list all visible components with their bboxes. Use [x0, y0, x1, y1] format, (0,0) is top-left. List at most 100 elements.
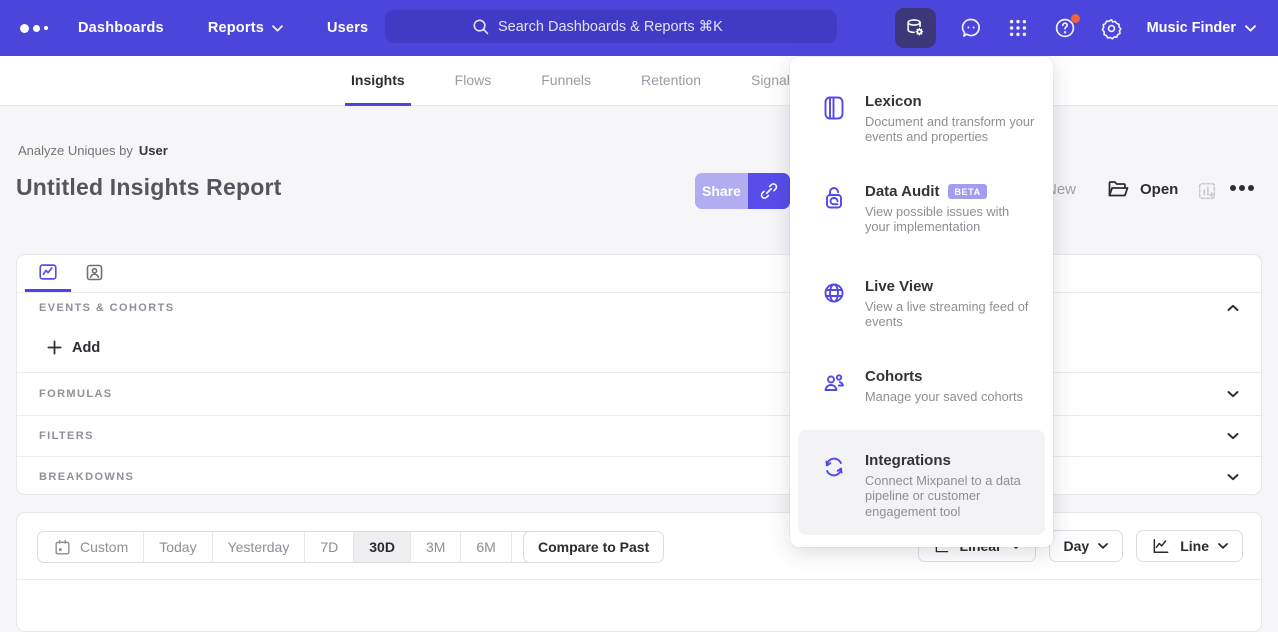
add-event-button[interactable]: Add [47, 340, 100, 356]
chart-square-icon [37, 261, 59, 283]
menu-item-texts: Live View View a live streaming feed of … [865, 278, 1035, 330]
grid-dots-icon [1007, 17, 1029, 39]
chevron-down-icon [1245, 25, 1256, 32]
mixpanel-logo-icon[interactable] [20, 24, 60, 33]
menu-item-texts: Data Audit BETA View possible issues wit… [865, 183, 1035, 235]
folder-open-icon [1106, 177, 1130, 201]
global-search-input[interactable] [498, 19, 750, 35]
chevron-down-icon[interactable] [1227, 432, 1239, 440]
chevron-down-icon[interactable] [1227, 390, 1239, 398]
help-button[interactable] [1053, 16, 1077, 40]
nav-users[interactable]: Users [327, 20, 368, 36]
range-custom[interactable]: Custom [38, 532, 144, 562]
global-search[interactable] [385, 10, 837, 43]
plus-icon [47, 340, 62, 355]
menu-item-description: View possible issues with your implement… [865, 204, 1035, 235]
chevron-up-icon[interactable] [1227, 304, 1239, 312]
events-mode-tab[interactable] [25, 255, 71, 292]
settings-button[interactable] [1100, 16, 1124, 40]
tab-funnels[interactable]: Funnels [535, 56, 597, 106]
query-builder-card: EVENTS & COHORTS Add FORMULAS FILTERS BR… [16, 254, 1262, 495]
chevron-down-icon[interactable] [1227, 473, 1239, 481]
data-management-menu: Lexicon Document and transform your even… [790, 57, 1053, 547]
range-custom-label: Custom [80, 539, 128, 555]
person-square-icon [84, 262, 105, 283]
live-view-globe-icon [822, 278, 846, 330]
nav-users-label: Users [327, 20, 368, 36]
data-management-button[interactable] [895, 8, 936, 48]
compare-to-past-button[interactable]: Compare to Past [523, 531, 664, 563]
range-30d[interactable]: 30D [354, 532, 411, 562]
menu-item-lexicon[interactable]: Lexicon Document and transform your even… [798, 83, 1045, 155]
add-event-row: Add [17, 323, 1261, 372]
nav-reports-label: Reports [208, 20, 264, 36]
menu-item-title: Data Audit [865, 183, 939, 200]
menu-item-integrations[interactable]: Integrations Connect Mixpanel to a data … [798, 430, 1045, 535]
analyze-entity-value[interactable]: User [139, 143, 168, 158]
save-report-button[interactable] [1196, 180, 1218, 207]
interval-label: Day [1064, 538, 1090, 554]
chart-type-label: Line [1180, 538, 1209, 554]
database-gear-icon [904, 17, 926, 39]
copy-link-button[interactable] [748, 173, 790, 209]
range-3m[interactable]: 3M [411, 532, 461, 562]
more-options-button[interactable] [1230, 185, 1254, 191]
menu-item-texts: Lexicon Document and transform your even… [865, 93, 1035, 145]
open-report-button[interactable]: Open [1106, 177, 1178, 201]
menu-item-description: Manage your saved cohorts [865, 389, 1035, 404]
menu-item-texts: Cohorts Manage your saved cohorts [865, 368, 1035, 404]
open-label: Open [1140, 181, 1178, 198]
users-mode-tab[interactable] [71, 255, 117, 292]
menu-item-title: Cohorts [865, 368, 923, 385]
formulas-section-header[interactable]: FORMULAS [17, 372, 1261, 415]
events-cohorts-label: EVENTS & COHORTS [39, 302, 174, 314]
nav-reports[interactable]: Reports [208, 20, 283, 36]
breakdowns-section-header[interactable]: BREAKDOWNS [17, 456, 1261, 495]
range-yesterday[interactable]: Yesterday [213, 532, 306, 562]
analyze-prefix-label: Analyze Uniques by [18, 143, 133, 158]
tab-insights[interactable]: Insights [345, 56, 411, 106]
report-actions: Share New Open [0, 173, 1278, 209]
search-icon [472, 18, 489, 35]
menu-item-cohorts[interactable]: Cohorts Manage your saved cohorts [798, 358, 1045, 414]
filters-label: FILTERS [39, 430, 94, 442]
menu-item-description: Connect Mixpanel to a data pipeline or c… [865, 473, 1035, 519]
menu-item-description: View a live streaming feed of events [865, 299, 1035, 330]
menu-item-description: Document and transform your events and p… [865, 114, 1035, 145]
line-chart-icon [1151, 536, 1171, 556]
feedback-button[interactable] [959, 16, 983, 40]
tab-retention[interactable]: Retention [635, 56, 707, 106]
chart-toolbar-card: Custom Today Yesterday 7D 30D 3M 6M 12M … [16, 512, 1262, 632]
project-switcher[interactable]: Music Finder [1147, 20, 1256, 36]
menu-item-live-view[interactable]: Live View View a live streaming feed of … [798, 268, 1045, 340]
help-notification-dot [1071, 14, 1080, 23]
nav-dashboards-label: Dashboards [78, 20, 164, 36]
toolbar-divider [17, 579, 1261, 580]
link-icon [759, 181, 779, 201]
share-button[interactable]: Share [695, 173, 748, 209]
events-cohorts-section-header[interactable]: EVENTS & COHORTS [17, 293, 1261, 323]
chart-add-icon [1196, 180, 1218, 202]
navbar-right-cluster: Music Finder [895, 0, 1256, 56]
interval-dropdown[interactable]: Day [1049, 530, 1124, 562]
filters-section-header[interactable]: FILTERS [17, 415, 1261, 456]
app-window: Dashboards Reports Users [0, 0, 1278, 581]
tab-flows[interactable]: Flows [449, 56, 498, 106]
menu-item-title: Integrations [865, 452, 951, 469]
range-6m[interactable]: 6M [461, 532, 511, 562]
gear-icon [1100, 17, 1123, 40]
range-7d[interactable]: 7D [305, 532, 354, 562]
chart-type-dropdown[interactable]: Line [1136, 530, 1243, 562]
formulas-label: FORMULAS [39, 388, 113, 400]
menu-item-title: Lexicon [865, 93, 922, 110]
menu-item-texts: Integrations Connect Mixpanel to a data … [865, 452, 1035, 525]
top-navbar: Dashboards Reports Users [0, 0, 1278, 56]
nav-dashboards[interactable]: Dashboards [78, 20, 164, 36]
apps-grid-button[interactable] [1006, 16, 1030, 40]
range-today[interactable]: Today [144, 532, 212, 562]
chevron-down-icon [1098, 543, 1108, 549]
tab-signal[interactable]: Signal [745, 56, 796, 106]
menu-item-data-audit[interactable]: Data Audit BETA View possible issues wit… [798, 173, 1045, 245]
chevron-down-icon [272, 25, 283, 32]
breakdowns-label: BREAKDOWNS [39, 471, 134, 483]
